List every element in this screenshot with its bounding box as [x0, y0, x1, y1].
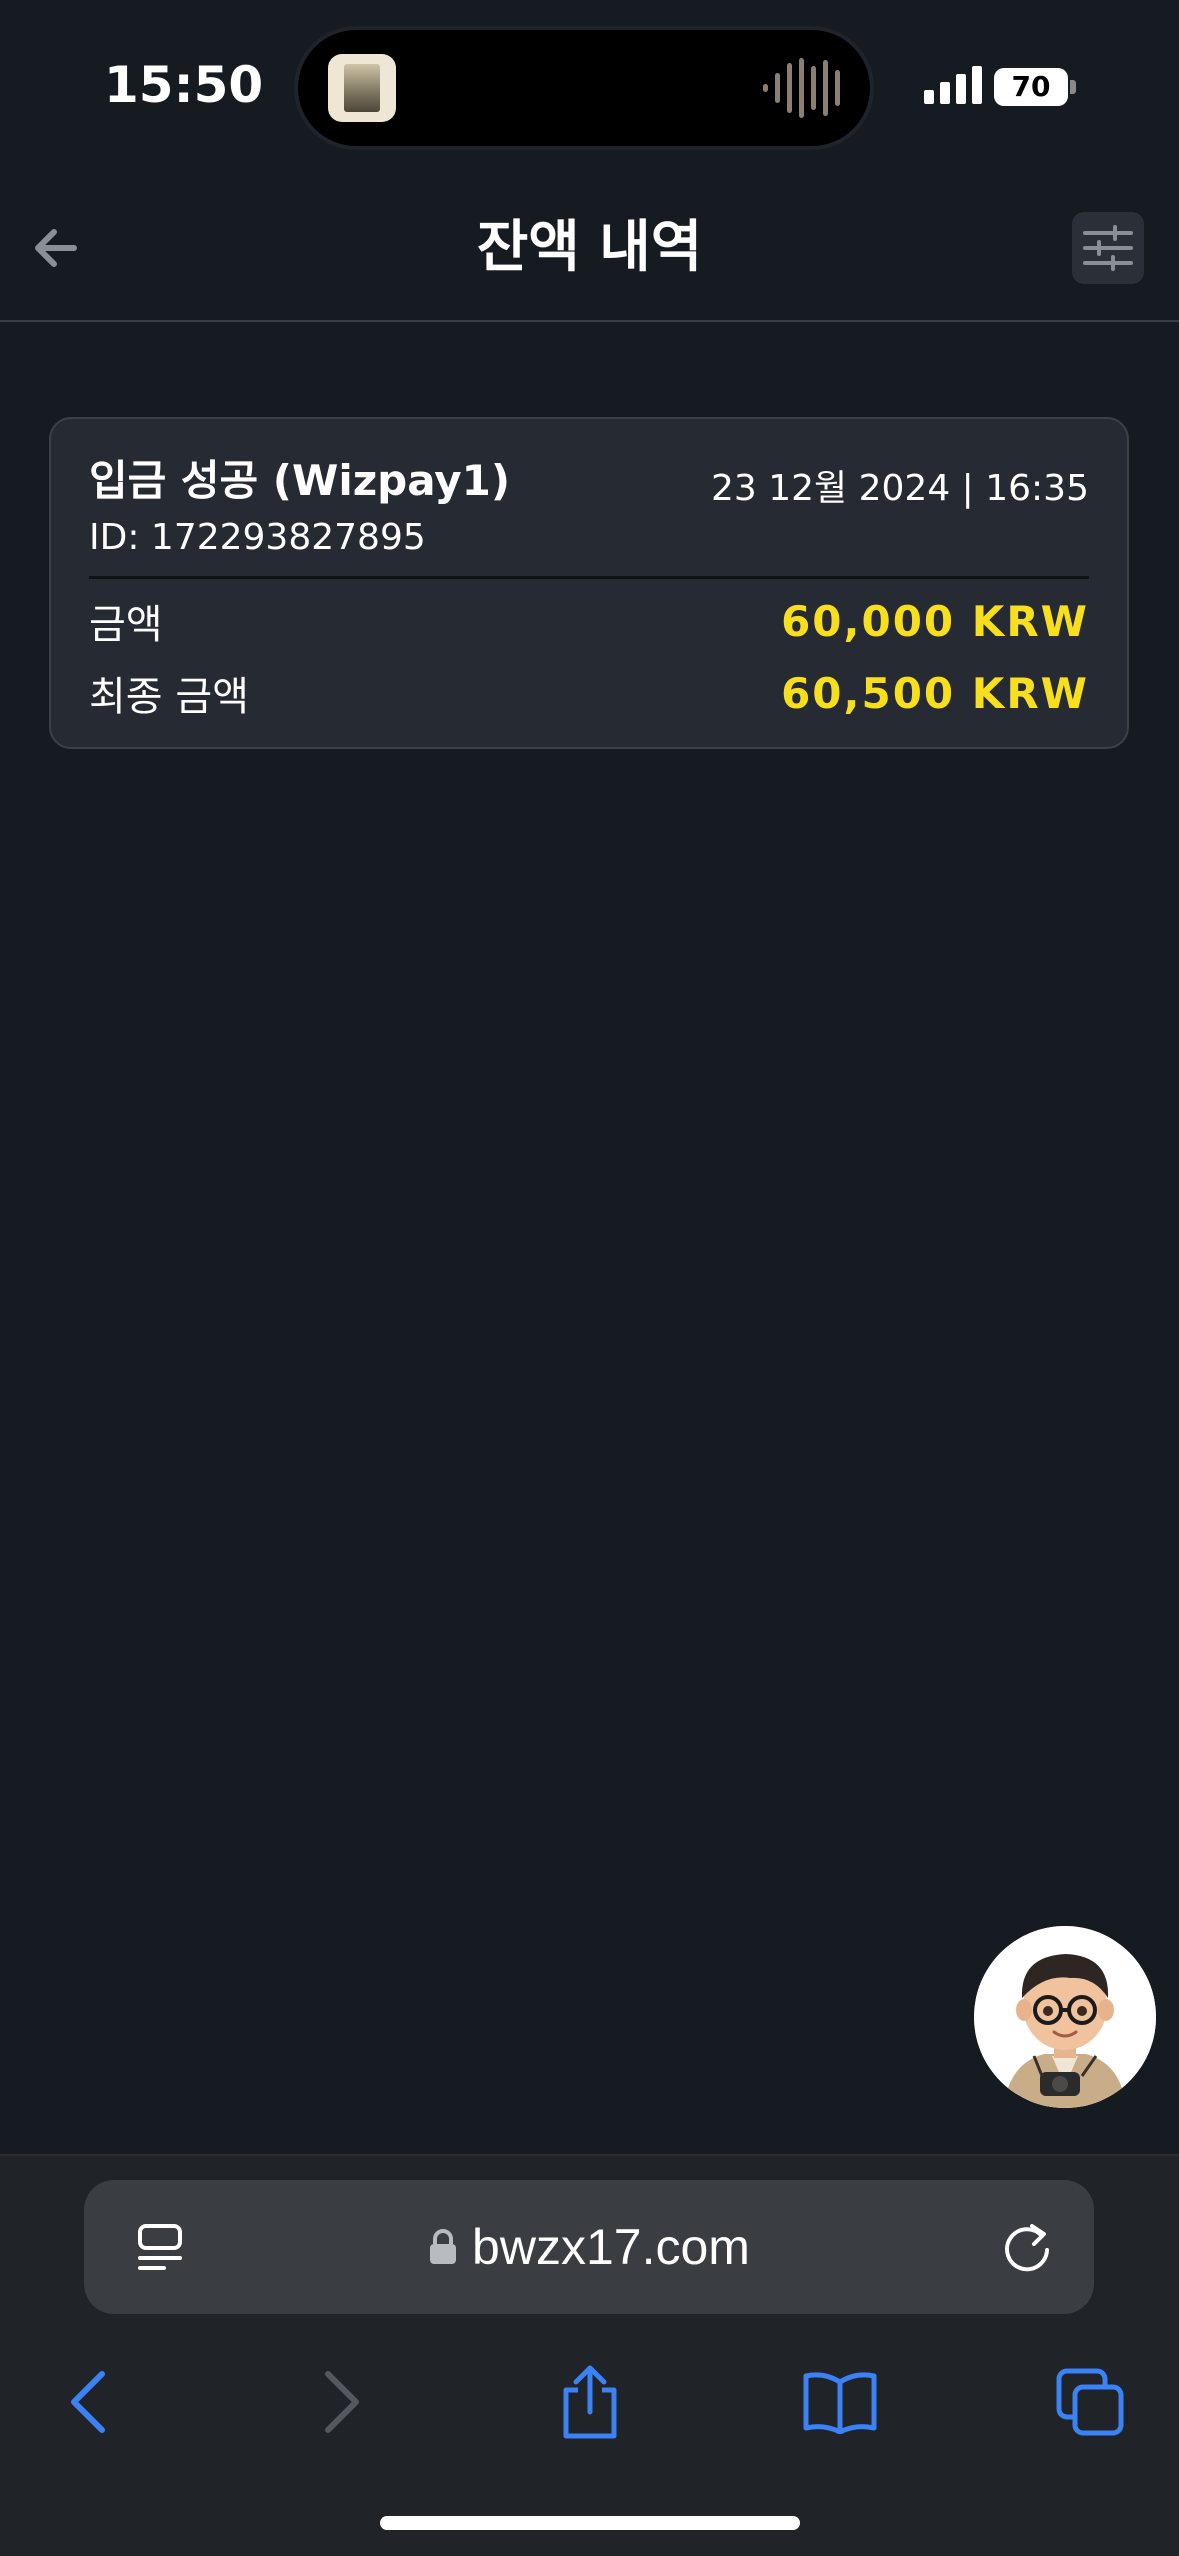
bookmarks-icon — [803, 2372, 877, 2434]
address-bar[interactable]: bwzx17.com — [84, 2180, 1094, 2314]
status-time: 15:50 — [104, 56, 264, 114]
reload-icon[interactable] — [996, 2216, 1058, 2278]
page-title: 잔액 내역 — [476, 215, 703, 280]
dynamic-island[interactable] — [298, 30, 870, 146]
filter-button[interactable] — [1072, 212, 1144, 284]
transaction-id: ID: 172293827895 — [89, 517, 426, 558]
final-amount-label: 최종 금액 — [89, 674, 249, 720]
audio-waveform-icon — [763, 58, 840, 118]
battery-icon: 70 — [994, 68, 1068, 106]
share-button[interactable] — [540, 2352, 640, 2452]
transaction-title: 입금 성공 (Wizpay1) — [89, 456, 511, 505]
final-amount-row: 최종 금액 60,500 KRW — [89, 663, 1089, 723]
screen: 15:50 70 잔액 내역 입금 성공 (Wizpay1) 23 12월 20… — [0, 0, 1179, 2556]
tabs-button[interactable] — [1040, 2352, 1140, 2452]
battery-tip — [1070, 80, 1076, 94]
cartoon-boy-avatar-icon — [974, 1926, 1156, 2108]
app-header: 잔액 내역 — [0, 176, 1179, 322]
home-indicator[interactable] — [380, 2516, 800, 2530]
status-bar: 15:50 70 — [0, 0, 1179, 176]
bookmarks-button[interactable] — [790, 2352, 890, 2452]
browser-forward-button[interactable] — [292, 2352, 392, 2452]
browser-nav-row — [0, 2352, 1179, 2452]
amount-row: 금액 60,000 KRW — [89, 591, 1089, 651]
forward-chevron-icon — [325, 2371, 359, 2433]
url-display[interactable]: bwzx17.com — [84, 2216, 1094, 2278]
browser-toolbar: bwzx17.com — [0, 2154, 1179, 2556]
divider — [89, 576, 1089, 579]
cellular-signal-icon — [924, 64, 982, 104]
amount-label: 금액 — [89, 602, 163, 648]
back-chevron-icon — [71, 2371, 105, 2433]
browser-back-button[interactable] — [38, 2352, 138, 2452]
share-icon — [563, 2365, 617, 2439]
tabs-icon — [1056, 2368, 1124, 2436]
url-text: bwzx17.com — [472, 2219, 750, 2275]
now-playing-artwork — [328, 54, 396, 122]
transaction-date: 23 12월 2024 | 16:35 — [710, 468, 1089, 509]
transaction-card[interactable]: 입금 성공 (Wizpay1) 23 12월 2024 | 16:35 ID: … — [49, 417, 1129, 749]
amount-value: 60,000 KRW — [781, 596, 1089, 646]
final-amount-value: 60,500 KRW — [781, 668, 1089, 718]
support-chat-avatar[interactable] — [974, 1926, 1156, 2108]
sliders-icon — [1083, 225, 1133, 271]
lock-icon — [430, 2229, 457, 2264]
